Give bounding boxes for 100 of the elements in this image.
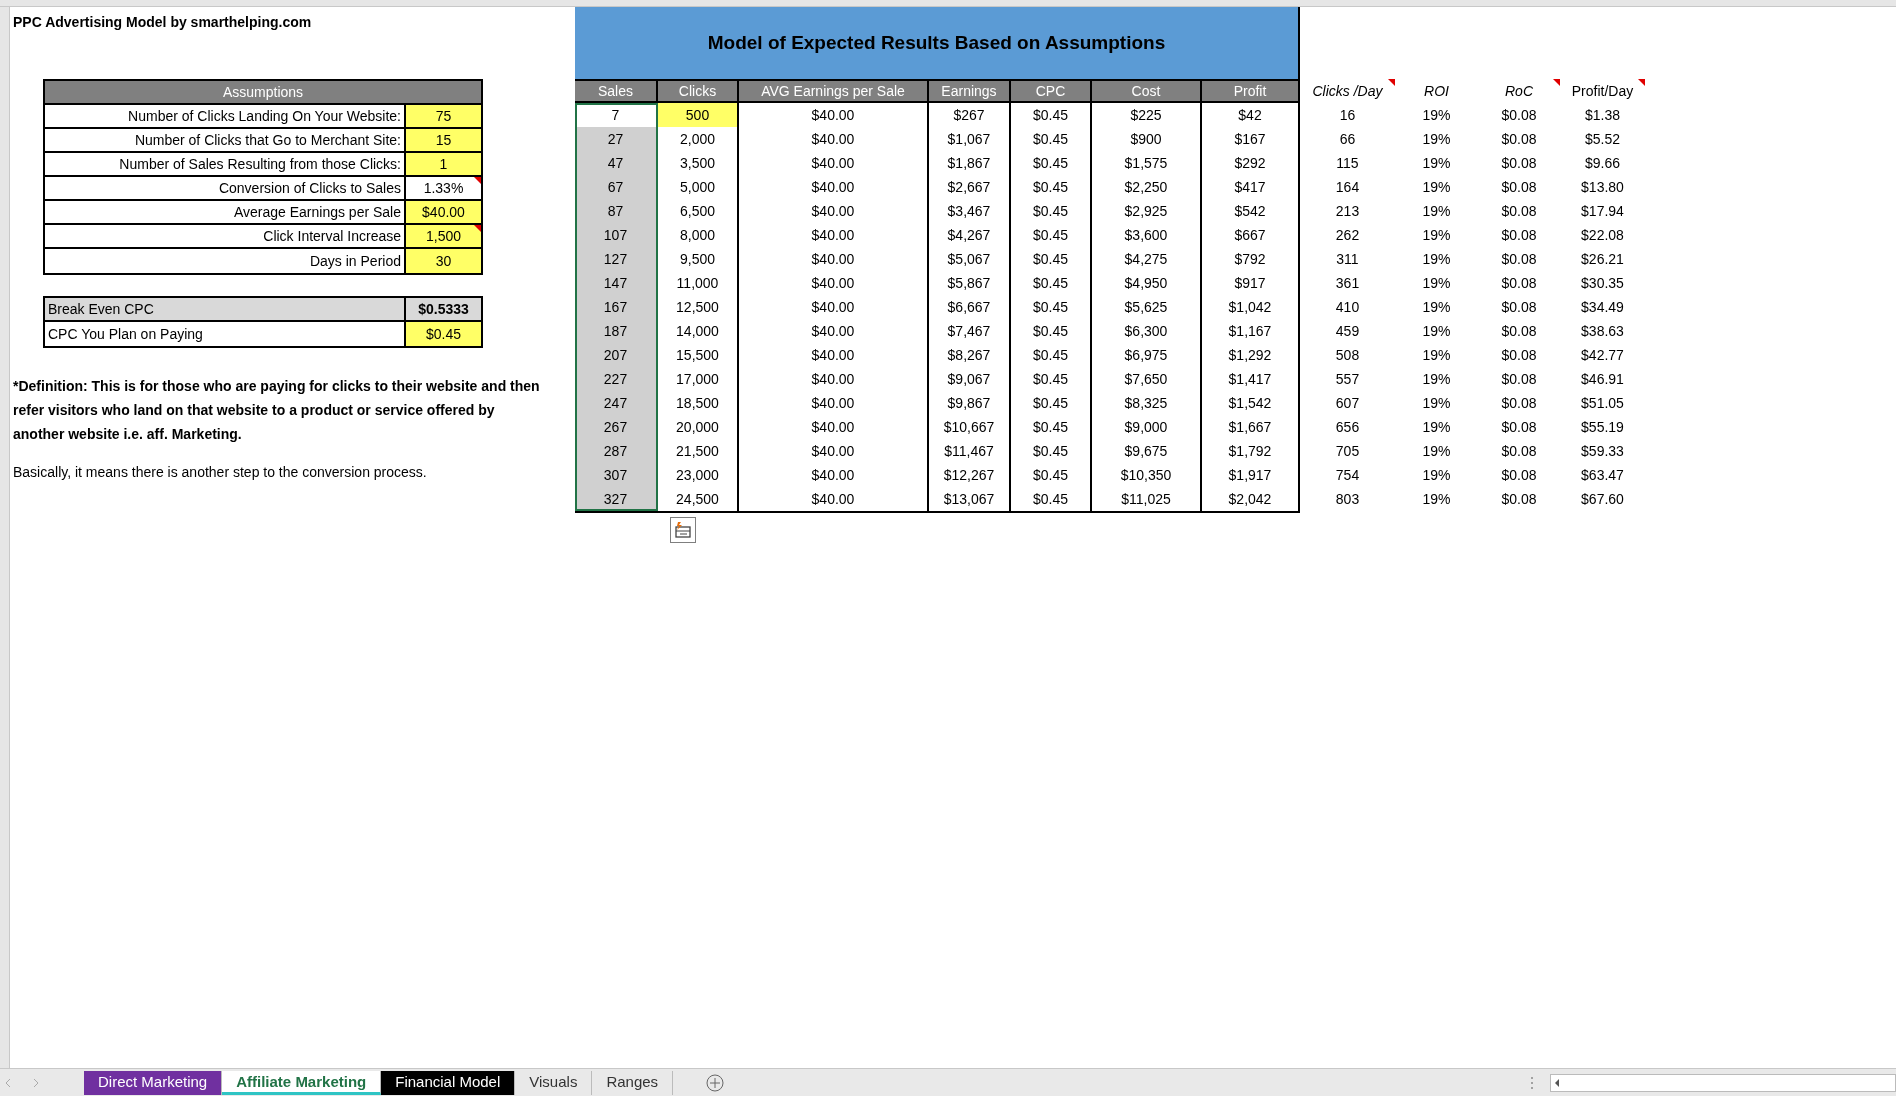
table-cell-text: 508 [1334,345,1361,365]
row-header-strip[interactable] [0,7,10,1068]
table-cell: 207 [575,343,658,367]
table-cell: $225 [1092,103,1202,127]
value-cell[interactable]: 75 [406,105,481,127]
sheet-tab[interactable]: Direct Marketing [84,1070,223,1095]
table-cell-text: 19% [1421,201,1452,221]
table-cell: $3,467 [929,199,1011,223]
table-cell-text: $67.60 [1580,489,1625,509]
table-cell: $0.45 [1011,415,1092,439]
table-cell-text: $0.08 [1500,105,1538,125]
table-cell-text: $38.63 [1580,321,1625,341]
table-cell: $2,925 [1092,199,1202,223]
add-sheet-icon[interactable] [705,1072,726,1093]
sheet-tab[interactable]: Visuals [515,1070,593,1095]
table-cell-text: $0.08 [1500,249,1538,269]
table-cell: 11,000 [658,271,739,295]
table-cell-text: 19% [1421,225,1452,245]
table-cell-text: $5.52 [1583,129,1621,149]
comment-indicator [474,177,481,184]
table-cell: 167 [575,295,658,319]
table-cell-text: $0.08 [1500,393,1538,413]
table-cell-text: 656 [1334,417,1361,437]
table-cell: $5,625 [1092,295,1202,319]
column-header-strip[interactable] [0,0,1896,7]
table-cell-text: $0.08 [1500,345,1538,365]
table-cell: $1,867 [929,151,1011,175]
sheet-tab[interactable]: Financial Model [381,1070,516,1095]
table-cell-text: 164 [1334,177,1361,197]
table-cell: $4,275 [1092,247,1202,271]
table-cell: $1,575 [1092,151,1202,175]
table-cell: $0.45 [1011,439,1092,463]
table-cell: 14,000 [658,319,739,343]
comment-indicator [1388,79,1395,86]
table-cell: $0.45 [1011,175,1092,199]
table-cell-text: $17.94 [1580,201,1625,221]
horizontal-scrollbar[interactable] [1550,1073,1896,1092]
table-cell-text: $9.66 [1583,153,1621,173]
table-cell: 287 [575,439,658,463]
table-cell-text: $46.91 [1580,369,1625,389]
column-header: Clicks /Day [1300,79,1395,103]
table-cell: $900 [1092,127,1202,151]
table-cell: $0.45 [1011,391,1092,415]
table-cell: $40.00 [739,367,929,391]
value-cell[interactable]: 1 [406,153,481,175]
table-cell-text: 19% [1421,129,1452,149]
table-cell: $0.45 [1011,295,1092,319]
sheet-tab[interactable]: Affiliate Marketing [222,1070,382,1095]
table-cell: $2,250 [1092,175,1202,199]
table-cell: 267 [575,415,658,439]
table-cell: 6,500 [658,199,739,223]
table-cell: $9,675 [1092,439,1202,463]
value-cell[interactable]: $0.5333 [406,298,481,320]
table-cell: $3,600 [1092,223,1202,247]
table-cell: 2,000 [658,127,739,151]
value-cell[interactable]: $40.00 [406,201,481,223]
value-cell[interactable]: 1,500 [406,225,481,247]
table-cell: $11,025 [1092,487,1202,511]
table-cell: $9,067 [929,367,1011,391]
table-cell: 187 [575,319,658,343]
table-cell: $40.00 [739,127,929,151]
column-header: Earnings [929,81,1011,101]
table-cell-text: $1,167 [1227,321,1273,341]
table-cell-text: $0.08 [1500,417,1538,437]
table-cell-text: $26.21 [1580,249,1625,269]
table-cell-text: 19% [1421,489,1452,509]
more-options-icon[interactable] [1530,1075,1534,1090]
column-header: Profit [1232,81,1268,101]
table-cell-text: $0.08 [1500,201,1538,221]
scroll-right-icon[interactable] [32,1077,40,1088]
table-cell: 12,500 [658,295,739,319]
value-cell[interactable]: 15 [406,129,481,151]
table-cell: 15,500 [658,343,739,367]
table-cell: 500 [658,103,739,127]
table-cell: $0.45 [1011,487,1092,511]
table-cell: $6,300 [1092,319,1202,343]
table-cell-text: $2,042 [1227,489,1273,509]
table-cell: $40.00 [739,271,929,295]
column-header: AVG Earnings per Sale [739,81,929,101]
table-cell-text: $0.08 [1500,273,1538,293]
table-cell: $10,667 [929,415,1011,439]
sheet-tab[interactable]: Ranges [592,1070,674,1095]
table-cell: $4,950 [1092,271,1202,295]
value-cell[interactable]: $0.45 [406,322,481,346]
table-cell-text: $55.19 [1580,417,1625,437]
table-cell-text: $30.35 [1580,273,1625,293]
column-header: Cost [1092,81,1202,101]
value-cell[interactable]: 30 [406,249,481,273]
table-cell-text: 19% [1421,273,1452,293]
table-cell-text: 754 [1334,465,1361,485]
table-cell-text: 19% [1421,321,1452,341]
table-cell-text: 19% [1421,249,1452,269]
table-cell-text: 705 [1334,441,1361,461]
table-cell-text: $1,417 [1227,369,1273,389]
table-cell-text: 607 [1334,393,1361,413]
quick-analysis-button[interactable] [670,517,696,543]
table-cell: $40.00 [739,175,929,199]
comment-indicator [1553,79,1560,86]
table-cell: $0.45 [1011,223,1092,247]
table-cell: $12,267 [929,463,1011,487]
